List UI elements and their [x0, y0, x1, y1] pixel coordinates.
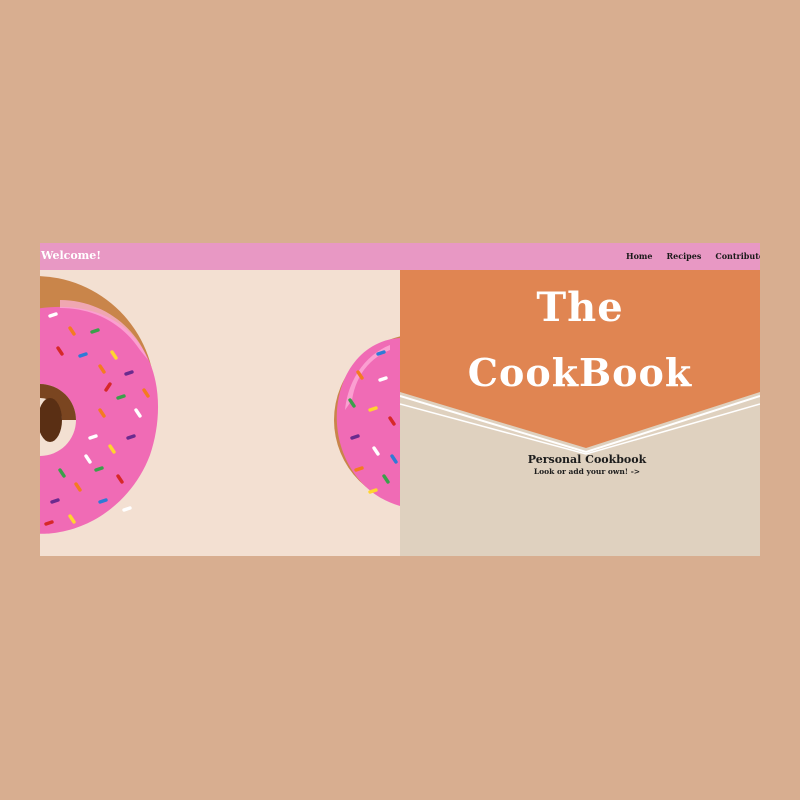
site-frame: Welcome! Home Recipes Contribute The Coo…	[40, 243, 760, 556]
nav-link-home[interactable]: Home	[626, 251, 652, 261]
subtitle: Personal Cookbook	[527, 453, 647, 466]
hero-donut-photo	[40, 270, 400, 556]
navbar: Welcome! Home Recipes Contribute	[40, 243, 760, 270]
tagline[interactable]: Look or add your own! ->	[400, 467, 760, 476]
hero-title-panel: The CookBook Personal Cookbook Look or a…	[400, 270, 760, 556]
nav-link-recipes[interactable]: Recipes	[666, 251, 701, 261]
welcome-brand[interactable]: Welcome!	[41, 249, 101, 262]
nav-link-contribute[interactable]: Contribute	[715, 251, 760, 261]
nav-links: Home Recipes Contribute	[626, 251, 760, 261]
title-line-1: The	[536, 284, 624, 331]
title-line-2: CookBook	[467, 350, 693, 395]
donut-photo-illustration	[40, 270, 400, 556]
